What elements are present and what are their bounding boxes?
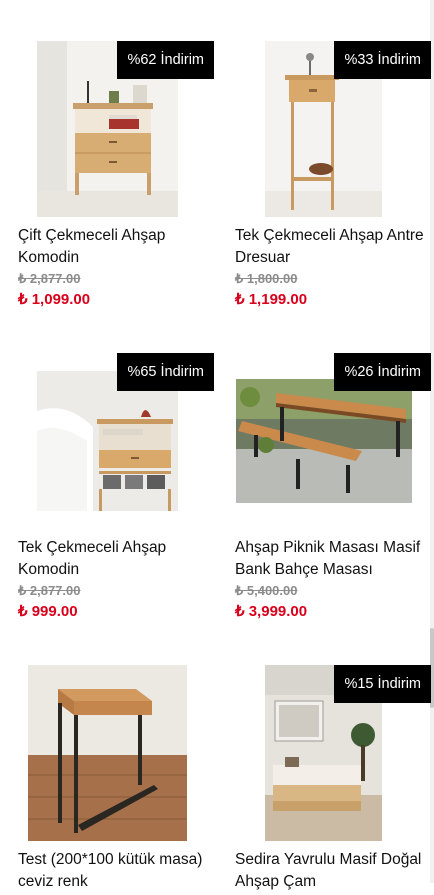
product-title[interactable]: Ahşap Piknik Masası Masif Bank Bahçe Mas… (235, 537, 434, 581)
sale-price: ₺ 1,099.00 (18, 291, 91, 308)
product-card[interactable]: %65 İndirim Tek Çekmeceli Ahşap Komodin … (18, 353, 214, 623)
product-card[interactable]: %15 İndirim Sedira Yavrulu Masif Doğal A… (235, 665, 431, 895)
product-image[interactable]: %62 İndirim (18, 41, 214, 221)
product-card[interactable]: Test (200*100 kütük masa) ceviz renk (18, 665, 214, 895)
discount-badge: %65 İndirim (117, 353, 214, 391)
product-title[interactable]: Çift Çekmeceli Ahşap Komodin (18, 225, 218, 269)
product-card[interactable]: %26 İndirim Ahşap Piknik Masası Masif Ba… (235, 353, 431, 623)
product-title[interactable]: Tek Çekmeceli Ahşap Komodin (18, 537, 218, 581)
product-card[interactable]: %62 İndirim Çift Çekmeceli Ahşap Komodin… (18, 41, 214, 311)
product-image[interactable]: %15 İndirim (235, 665, 431, 845)
old-price: ₺ 2,877.00 (18, 583, 81, 598)
nightstand-photo (37, 371, 178, 511)
picnic-table-photo (236, 379, 412, 503)
sale-price: ₺ 999.00 (18, 603, 78, 620)
discount-badge: %26 İndirim (334, 353, 431, 391)
sale-price: ₺ 3,999.00 (235, 603, 308, 620)
old-price: ₺ 5,400.00 (235, 583, 298, 598)
product-title[interactable]: Test (200*100 kütük masa) ceviz renk (18, 849, 218, 893)
discount-badge: %15 İndirim (334, 665, 431, 703)
product-image[interactable]: %65 İndirim (18, 353, 214, 533)
discount-badge: %62 İndirim (117, 41, 214, 79)
stool-photo (28, 665, 187, 841)
product-image[interactable]: %33 İndirim (235, 41, 431, 221)
product-card[interactable]: %33 İndirim Tek Çekmeceli Ahşap Antre Dr… (235, 41, 431, 311)
sale-price: ₺ 1,199.00 (235, 291, 308, 308)
old-price: ₺ 2,877.00 (18, 271, 81, 286)
discount-badge: %33 İndirim (334, 41, 431, 79)
product-image[interactable]: %26 İndirim (235, 353, 431, 533)
old-price: ₺ 1,800.00 (235, 271, 298, 286)
product-title[interactable]: Sedira Yavrulu Masif Doğal Ahşap Çam (235, 849, 434, 893)
product-image[interactable] (18, 665, 214, 845)
product-title[interactable]: Tek Çekmeceli Ahşap Antre Dresuar (235, 225, 434, 269)
